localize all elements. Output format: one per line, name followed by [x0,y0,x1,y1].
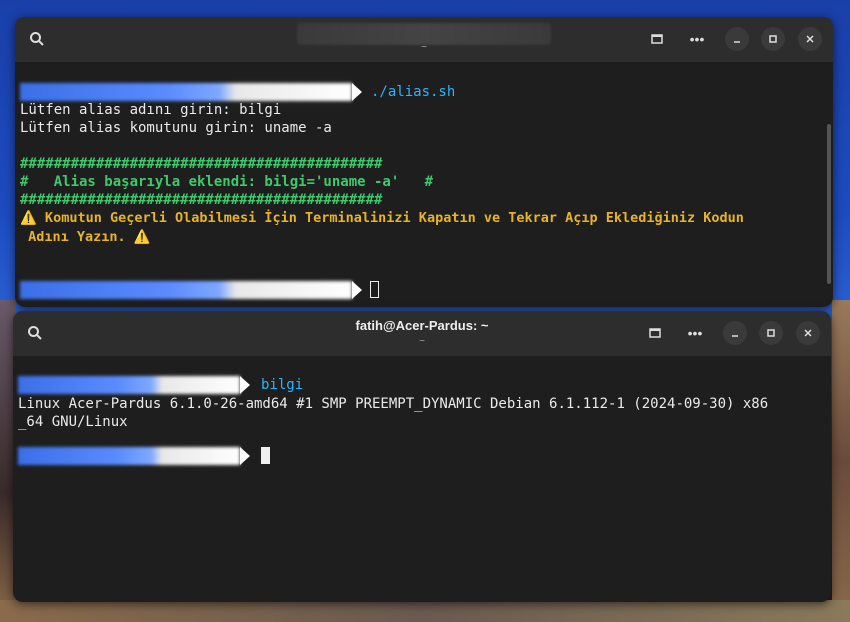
warning-line: ⚠️ Komutun Geçerli Olabilmesi İçin Termi… [20,210,744,226]
prompt-arrow [240,376,250,394]
maximize-icon[interactable] [759,321,783,345]
close-icon[interactable] [796,321,820,345]
output-line: Lütfen alias komutunu girin: uname -a [20,120,332,136]
titlebar[interactable]: fatih@Acer-Pardus: ~ ~ ••• [13,311,831,356]
scrollbar[interactable] [827,124,831,284]
output-line: _64 GNU/Linux [18,414,128,430]
cursor [370,281,379,298]
titlebar[interactable]: ~ ••• [15,17,833,62]
prompt-arrow [240,447,250,465]
prompt-redacted [20,281,352,299]
prompt-redacted [18,447,240,465]
menu-dots-icon[interactable]: ••• [683,321,707,345]
maximize-icon[interactable] [761,27,785,51]
menu-dots-icon[interactable]: ••• [685,27,709,51]
desktop-background-bottom [0,600,850,622]
terminal-window-1[interactable]: ~ ••• ./alias.sh Lütfen alias adını giri… [15,17,833,307]
cursor [261,447,270,464]
output-line: Linux Acer-Pardus 6.1.0-26-amd64 #1 SMP … [18,396,769,412]
command-text: bilgi [261,377,304,393]
terminal-window-2[interactable]: fatih@Acer-Pardus: ~ ~ ••• bilgi Linux A… [13,311,831,602]
new-tab-icon[interactable] [645,27,669,51]
close-icon[interactable] [798,27,822,51]
minimize-icon[interactable] [723,321,747,345]
warning-line: Adını Yazın. ⚠️ [20,229,151,245]
hash-line: ########################################… [20,192,383,208]
prompt-redacted [18,376,240,394]
window-subtitle: ~ [421,42,427,53]
new-tab-icon[interactable] [643,321,667,345]
minimize-icon[interactable] [725,27,749,51]
command-text: ./alias.sh [371,84,456,100]
prompt-redacted [20,83,352,101]
window-title: fatih@Acer-Pardus: ~ [355,318,489,333]
prompt-arrow [352,281,362,299]
window-subtitle: ~ [419,336,425,347]
output-line: Lütfen alias adını girin: bilgi [20,102,282,118]
hash-line: ########################################… [20,156,383,172]
desktop-background-right [832,300,850,622]
success-line: # Alias başarıyla eklendi: bilgi='uname … [20,174,434,190]
prompt-arrow [352,83,362,101]
